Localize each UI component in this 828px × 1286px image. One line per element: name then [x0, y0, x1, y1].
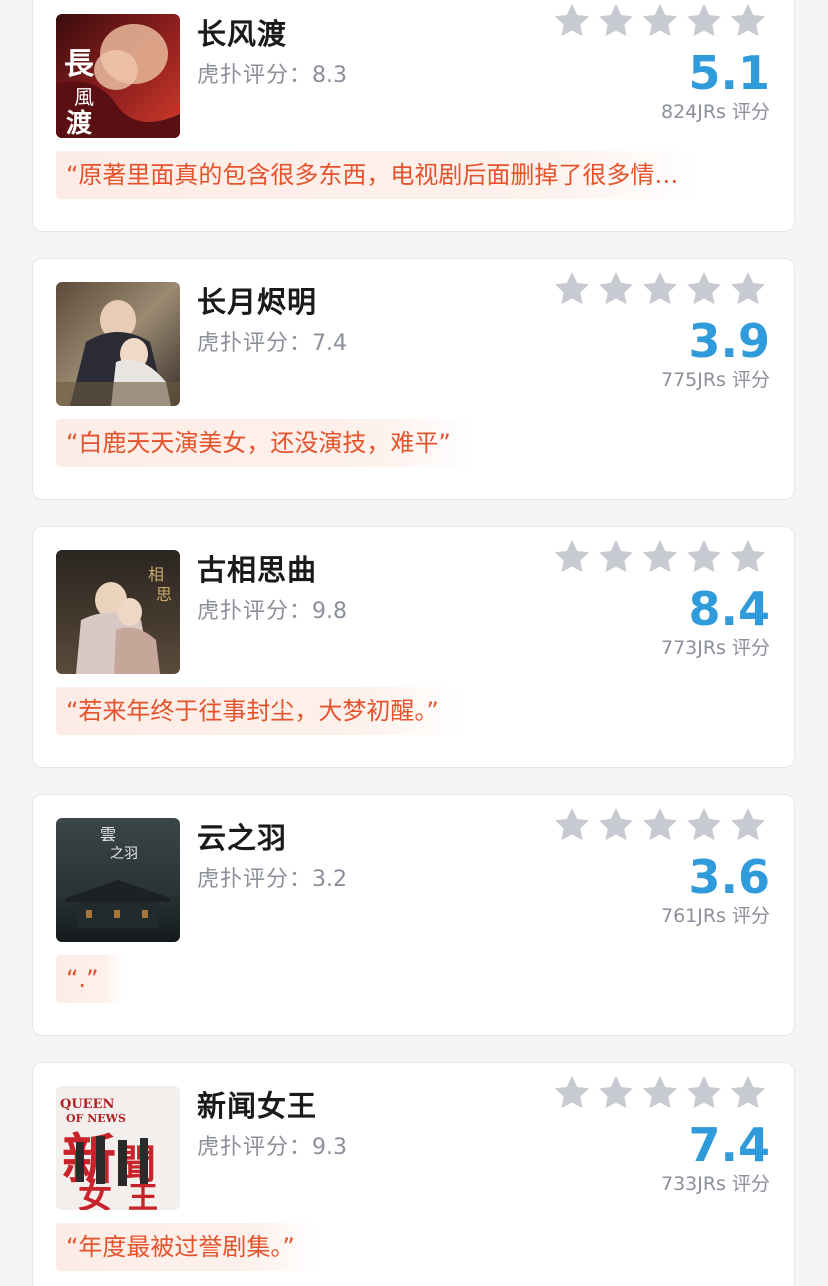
star-icon[interactable]: [728, 1073, 768, 1113]
svg-text:相: 相: [148, 565, 164, 584]
svg-text:王: 王: [128, 1181, 158, 1210]
star-icon[interactable]: [552, 537, 592, 577]
rating-card[interactable]: QUEEN OF NEWS 新 聞 女 王 新闻女王 虎扑评分：9.3 7.4: [32, 1062, 795, 1286]
star-icon[interactable]: [640, 1, 680, 41]
rating-list: 長 風 渡 长风渡 虎扑评分：8.3 5.1 824JRs 评分 “原著里面真的…: [0, 0, 828, 1286]
hupu-score: 虎扑评分：9.8: [197, 593, 347, 625]
rating-count: 773JRs 评分: [660, 637, 770, 659]
star-icon[interactable]: [728, 1, 768, 41]
star-rating[interactable]: [552, 537, 768, 577]
star-icon[interactable]: [596, 1073, 636, 1113]
svg-text:渡: 渡: [66, 108, 93, 138]
top-comment[interactable]: “年度最被过誉剧集。”: [56, 1223, 319, 1271]
hupu-score-value: 7.4: [312, 331, 348, 356]
star-icon[interactable]: [684, 1, 724, 41]
star-icon[interactable]: [552, 1, 592, 41]
star-icon[interactable]: [640, 269, 680, 309]
average-score: 3.6: [688, 850, 771, 904]
star-icon[interactable]: [684, 269, 724, 309]
star-icon[interactable]: [728, 269, 768, 309]
rating-card[interactable]: 长月烬明 虎扑评分：7.4 3.9 775JRs 评分 “白鹿天天演美女，还没演…: [32, 258, 795, 500]
star-rating[interactable]: [552, 1, 768, 41]
star-rating[interactable]: [552, 269, 768, 309]
hupu-score-value: 9.8: [312, 599, 348, 624]
rating-card[interactable]: 長 風 渡 长风渡 虎扑评分：8.3 5.1 824JRs 评分 “原著里面真的…: [32, 0, 795, 232]
hupu-score-label: 虎扑评分：: [197, 1135, 313, 1160]
top-comment[interactable]: “原著里面真的包含很多东西，电视剧后面删掉了很多情…: [56, 151, 703, 199]
poster-image[interactable]: 相 思: [56, 550, 180, 674]
hupu-score: 虎扑评分：9.3: [197, 1129, 347, 1161]
star-icon[interactable]: [640, 805, 680, 845]
hupu-score-value: 8.3: [312, 63, 348, 88]
star-icon[interactable]: [552, 1073, 592, 1113]
hupu-score-label: 虎扑评分：: [197, 867, 313, 892]
drama-title: 长月烬明: [197, 285, 318, 319]
drama-title: 云之羽: [197, 821, 288, 855]
star-icon[interactable]: [596, 269, 636, 309]
rating-card[interactable]: 相 思 古相思曲 虎扑评分：9.8 8.4 773JRs 评分 “若来年终于往事…: [32, 526, 795, 768]
star-icon[interactable]: [552, 269, 592, 309]
star-icon[interactable]: [640, 1073, 680, 1113]
svg-text:之羽: 之羽: [110, 846, 138, 862]
hupu-score: 虎扑评分：3.2: [197, 861, 347, 893]
svg-text:長: 長: [64, 47, 95, 82]
poster-image[interactable]: 長 風 渡: [56, 14, 180, 138]
hupu-score-value: 9.3: [312, 1135, 348, 1160]
average-score: 5.1: [688, 46, 771, 100]
average-score: 7.4: [688, 1118, 771, 1172]
poster-image[interactable]: QUEEN OF NEWS 新 聞 女 王: [56, 1086, 180, 1210]
star-rating[interactable]: [552, 805, 768, 845]
top-comment[interactable]: “.”: [56, 955, 123, 1003]
hupu-score: 虎扑评分：8.3: [197, 57, 347, 89]
star-icon[interactable]: [596, 805, 636, 845]
average-score: 8.4: [688, 582, 771, 636]
hupu-score-label: 虎扑评分：: [197, 331, 313, 356]
poster-image[interactable]: [56, 282, 180, 406]
rating-count: 761JRs 评分: [660, 905, 770, 927]
hupu-score-label: 虎扑评分：: [197, 63, 313, 88]
star-icon[interactable]: [684, 805, 724, 845]
star-icon[interactable]: [684, 537, 724, 577]
star-rating[interactable]: [552, 1073, 768, 1113]
svg-text:思: 思: [156, 585, 172, 604]
svg-text:雲: 雲: [100, 825, 116, 844]
star-icon[interactable]: [596, 1, 636, 41]
star-icon[interactable]: [728, 805, 768, 845]
drama-title: 古相思曲: [197, 553, 318, 587]
svg-text:風: 風: [74, 85, 94, 109]
rating-card[interactable]: 雲 之羽 云之羽 虎扑评分：3.2 3.6 761JRs 评分 “.”: [32, 794, 795, 1036]
star-icon[interactable]: [728, 537, 768, 577]
hupu-score-value: 3.2: [312, 867, 348, 892]
drama-title: 新闻女王: [197, 1089, 318, 1123]
svg-text:OF NEWS: OF NEWS: [66, 1112, 126, 1125]
top-comment[interactable]: “白鹿天天演美女，还没演技，难平”: [56, 419, 475, 467]
rating-count: 824JRs 评分: [660, 101, 770, 123]
drama-title: 长风渡: [197, 17, 288, 51]
hupu-score: 虎扑评分：7.4: [197, 325, 347, 357]
star-icon[interactable]: [552, 805, 592, 845]
rating-count: 775JRs 评分: [660, 369, 770, 391]
svg-text:QUEEN: QUEEN: [60, 1097, 114, 1112]
top-comment[interactable]: “若来年终于往事封尘，大梦初醒。”: [56, 687, 463, 735]
rating-count: 733JRs 评分: [660, 1173, 770, 1195]
poster-image[interactable]: 雲 之羽: [56, 818, 180, 942]
star-icon[interactable]: [640, 537, 680, 577]
hupu-score-label: 虎扑评分：: [197, 599, 313, 624]
star-icon[interactable]: [684, 1073, 724, 1113]
average-score: 3.9: [688, 314, 771, 368]
star-icon[interactable]: [596, 537, 636, 577]
